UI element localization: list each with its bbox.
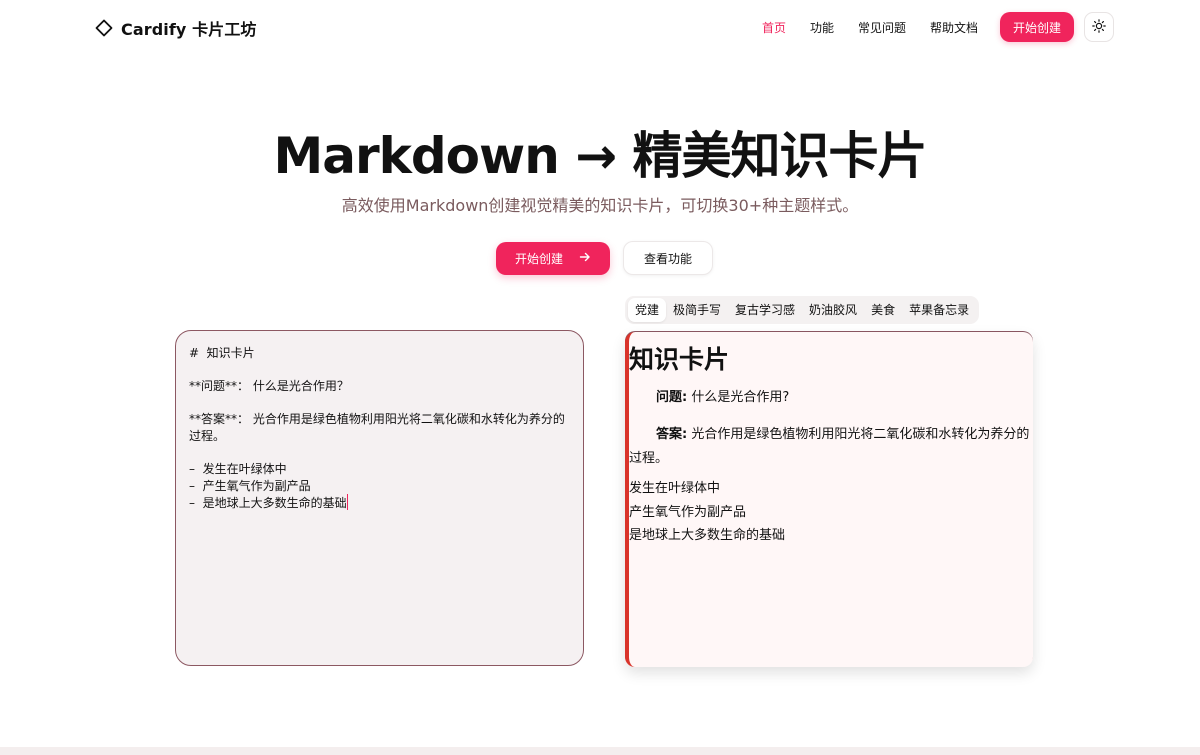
preview-answer-text: 光合作用是绿色植物利用阳光将二氧化碳和水转化为养分的过程。 bbox=[629, 427, 1030, 466]
preview-bullets: 发生在叶绿体中 产生氧气作为副产品 是地球上大多数生命的基础 bbox=[629, 477, 1033, 548]
preview-bullet: 是地球上大多数生命的基础 bbox=[629, 528, 786, 543]
hero-subtitle: 高效使用Markdown创建视觉精美的知识卡片，可切换30+种主题样式。 bbox=[341, 196, 859, 215]
editor-line: – 产生氧气作为副产品 bbox=[189, 478, 311, 493]
editor-line: **答案**： 光合作用是绿色植物利用阳光将二氧化碳和水转化为养分的 bbox=[189, 412, 565, 427]
nav-home[interactable]: 首页 bbox=[762, 19, 786, 36]
preview-question: 问题: 什么是光合作用? bbox=[629, 386, 1033, 410]
hero-start-button[interactable]: 开始创建 bbox=[496, 242, 610, 275]
preview-question-label: 问题: bbox=[656, 390, 688, 405]
editor-blank-line bbox=[189, 362, 570, 379]
preview-bullet: 发生在叶绿体中 bbox=[629, 481, 721, 496]
editor-blank-line bbox=[189, 395, 570, 412]
footer-strip bbox=[0, 747, 1200, 755]
theme-tab-cream-glue[interactable]: 奶油胶风 bbox=[802, 298, 864, 322]
nav-docs[interactable]: 帮助文档 bbox=[930, 19, 978, 36]
markdown-editor[interactable]: # 知识卡片 **问题**： 什么是光合作用？ **答案**： 光合作用是绿色植… bbox=[175, 330, 584, 666]
text-caret bbox=[346, 494, 348, 511]
preview-title: 知识卡片 bbox=[629, 345, 730, 374]
header-start-button[interactable]: 开始创建 bbox=[1000, 12, 1074, 42]
logo[interactable]: Cardify 卡片工坊 bbox=[95, 16, 257, 40]
editor-line: **问题**： 什么是光合作用？ bbox=[189, 379, 349, 394]
hero-title: Markdown → 精美知识卡片 bbox=[273, 127, 927, 185]
preview-question-text: 什么是光合作用? bbox=[687, 390, 790, 405]
preview-bullet: 产生氧气作为副产品 bbox=[629, 504, 747, 520]
diamond-logo-icon bbox=[95, 19, 113, 37]
nav-features[interactable]: 功能 bbox=[810, 19, 834, 36]
editor-line-text: – 是地球上大多数生命的基础 bbox=[189, 496, 347, 511]
editor-last-line: – 是地球上大多数生命的基础 bbox=[189, 494, 570, 511]
theme-tab-food[interactable]: 美食 bbox=[864, 298, 902, 322]
editor-line: 过程。 bbox=[189, 428, 226, 443]
main-nav: 首页 功能 常见问题 帮助文档 bbox=[762, 19, 978, 36]
card-preview: 知识卡片 问题: 什么是光合作用? 答案: 光合作用是绿色植物利用阳光将二氧化碳… bbox=[625, 332, 1033, 667]
theme-tab-party[interactable]: 党建 bbox=[628, 298, 667, 322]
preview-answer-label: 答案: bbox=[656, 427, 688, 442]
view-features-button[interactable]: 查看功能 bbox=[623, 241, 713, 275]
theme-tab-retro-study[interactable]: 复古学习感 bbox=[728, 298, 802, 322]
theme-toggle-button[interactable] bbox=[1084, 12, 1114, 42]
theme-tab-apple-notes[interactable]: 苹果备忘录 bbox=[902, 298, 976, 322]
editor-line: – 发生在叶绿体中 bbox=[189, 462, 287, 477]
editor-line: # 知识卡片 bbox=[189, 346, 255, 360]
sun-icon bbox=[1092, 18, 1106, 37]
preview-answer: 答案: 光合作用是绿色植物利用阳光将二氧化碳和水转化为养分的过程。 bbox=[629, 423, 1033, 471]
hero-start-label: 开始创建 bbox=[514, 252, 563, 266]
nav-faq[interactable]: 常见问题 bbox=[858, 19, 906, 36]
logo-text: Cardify 卡片工坊 bbox=[121, 20, 257, 39]
arrow-right-icon bbox=[579, 251, 591, 266]
theme-tabs: 党建 极简手写 复古学习感 奶油胶风 美食 苹果备忘录 bbox=[625, 296, 980, 324]
editor-blank-line bbox=[189, 445, 570, 462]
header: Cardify 卡片工坊 首页 功能 常见问题 帮助文档 开始创建 bbox=[0, 0, 1200, 54]
theme-tab-minimal-handwriting[interactable]: 极简手写 bbox=[666, 298, 728, 322]
